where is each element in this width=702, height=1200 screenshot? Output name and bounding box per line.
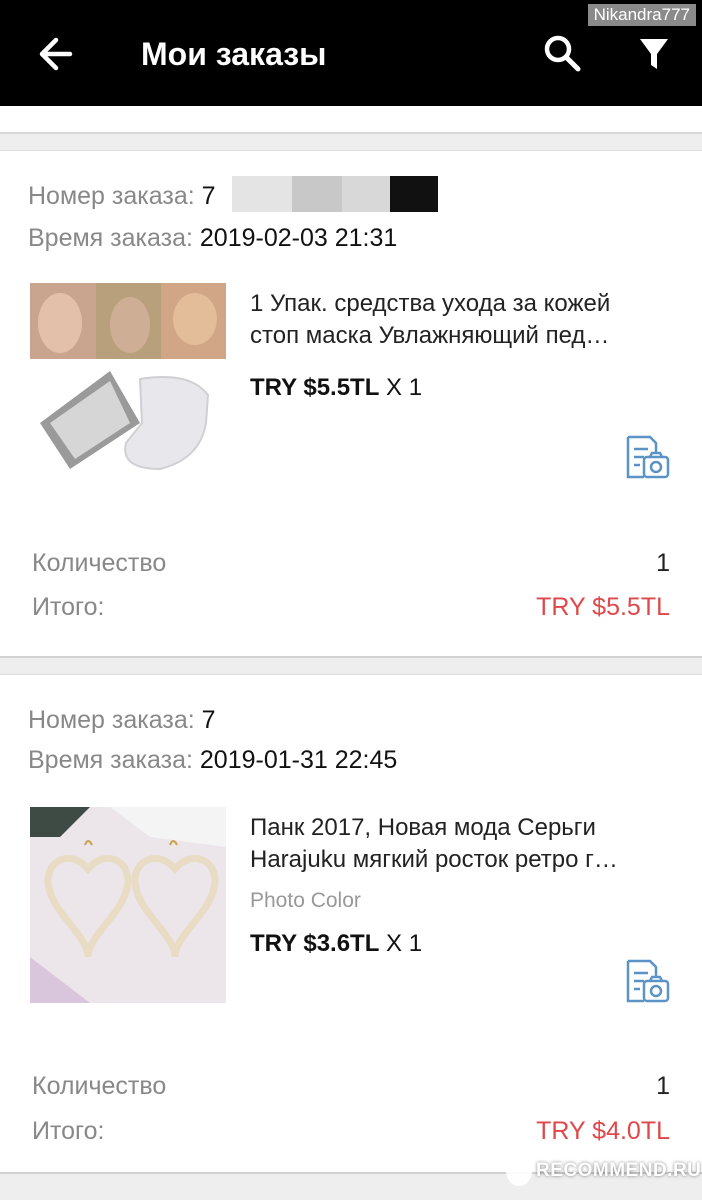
order-number-value: 7 [201,182,216,210]
product-name-line: Панк 2017, Новая мода Серьги [250,814,596,841]
product-name-line: 1 Упак. средства ухода за кожей [250,290,611,317]
product-qty-mult: X 1 [386,374,423,401]
redaction-block [390,176,438,212]
product-price-row: TRY $5.5TL X 1 [250,373,422,403]
total-row: Итого: TRY $4.0TL [32,1115,670,1147]
app-bar: Мои заказы Nikandra777 [0,0,702,106]
list-top-divider [0,106,702,134]
page-title: Мои заказы [141,36,327,72]
quantity-row: Количество 1 [32,1070,670,1102]
order-number-row: Номер заказа: 7 [28,180,216,212]
order-number-value: 7 [201,706,216,734]
order-number-row: Номер заказа: 7 [28,704,216,736]
review-photo-icon[interactable] [622,957,670,1005]
order-number-label: Номер заказа: [28,182,195,210]
redaction-block [232,700,464,736]
arrow-left-icon[interactable] [34,34,74,74]
recommend-logo-icon [506,1156,532,1186]
review-photo-icon[interactable] [622,433,670,481]
order-time-value: 2019-02-03 21:31 [199,224,398,252]
order-time-row: Время заказа: 2019-02-03 21:31 [28,222,397,254]
quantity-label: Количество [32,549,167,577]
quantity-value: 1 [656,549,670,577]
product-name-line: Harajuku мягкий росток ретро г… [250,846,618,873]
recommend-watermark: RECOMMEND.RU [506,1156,701,1190]
order-time-value: 2019-01-31 22:45 [199,746,398,774]
total-label: Итого: [32,593,105,621]
product-qty-mult: X 1 [386,930,423,957]
order-card[interactable]: Номер заказа: 7 Время заказа: 2019-01-31… [0,674,702,1174]
product-name[interactable]: Панк 2017, Новая мода Серьги Harajuku мя… [250,812,680,876]
order-time-label: Время заказа: [28,224,193,252]
redaction-block [292,176,342,212]
product-price-row: TRY $3.6TL X 1 [250,929,422,959]
total-value: TRY $4.0TL [536,1117,670,1145]
total-value: TRY $5.5TL [536,593,670,621]
product-variant: Photo Color [250,889,361,912]
product-name[interactable]: 1 Упак. средства ухода за кожей стоп мас… [250,288,680,352]
total-row: Итого: TRY $5.5TL [32,591,670,623]
quantity-value: 1 [656,1072,670,1100]
foot-mask-image [30,283,226,479]
search-icon[interactable] [542,33,582,73]
order-time-row: Время заказа: 2019-01-31 22:45 [28,744,397,776]
quantity-row: Количество 1 [32,547,670,579]
quantity-label: Количество [32,1072,167,1100]
filter-icon[interactable] [634,33,674,73]
product-price: TRY $3.6TL [250,930,380,957]
order-number-label: Номер заказа: [28,706,195,734]
watermark-username: Nikandra777 [587,4,696,26]
heart-earrings-image [30,807,226,1003]
recommend-watermark-text: RECOMMEND.RU [536,1160,702,1181]
product-image[interactable] [30,283,226,479]
redaction-block [342,176,390,212]
product-image[interactable] [30,807,226,1003]
redaction-block [232,176,292,212]
order-time-label: Время заказа: [28,746,193,774]
product-price: TRY $5.5TL [250,374,380,401]
total-label: Итого: [32,1117,105,1145]
order-card[interactable]: Номер заказа: 7 Время заказа: 2019-02-03… [0,150,702,658]
product-name-line: стоп маска Увлажняющий пед… [250,322,610,349]
